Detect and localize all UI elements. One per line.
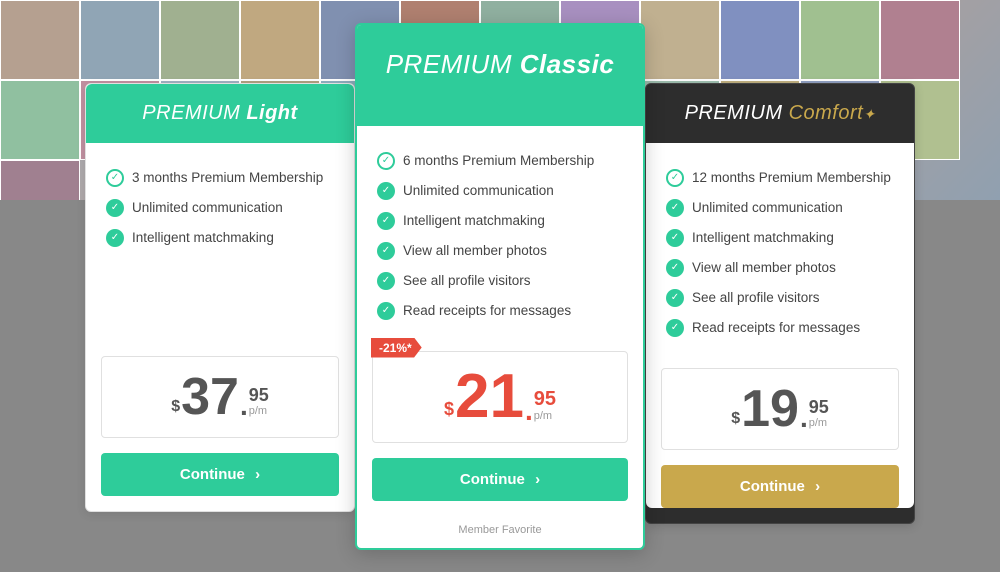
- plan-classic-features: ✓ 6 months Premium Membership ✓ Unlimite…: [377, 146, 623, 326]
- check-circle-filled-icon: ✓: [666, 259, 684, 277]
- price-whole: 37: [181, 371, 239, 423]
- check-circle-filled-icon: ✓: [377, 242, 395, 260]
- price-display: $ 37 . 95 p/m: [112, 371, 328, 423]
- list-item: ✓ See all profile visitors: [377, 266, 623, 296]
- plan-comfort-body: ✓ 12 months Premium Membership ✓ Unlimit…: [646, 143, 914, 358]
- plan-light-body: ✓ 3 months Premium Membership ✓ Unlimite…: [86, 143, 354, 346]
- list-item: ✓ View all member photos: [666, 253, 894, 283]
- plan-comfort-continue-button[interactable]: Continue ›: [661, 465, 899, 508]
- plan-classic-header: PREMIUM Classic: [357, 25, 643, 126]
- plan-light-title: PREMIUM Light: [106, 102, 334, 125]
- plan-classic-title-italic: Classic: [520, 49, 615, 79]
- plan-comfort-features: ✓ 12 months Premium Membership ✓ Unlimit…: [666, 163, 894, 343]
- feature-spacer: [106, 253, 334, 279]
- price-decimal: 95: [534, 389, 556, 409]
- plan-comfort-header: PREMIUM Comfort✦: [646, 84, 914, 143]
- arrow-icon: ›: [255, 466, 260, 483]
- list-item: ✓ Unlimited communication: [377, 176, 623, 206]
- plan-comfort-title: PREMIUM Comfort✦: [666, 102, 894, 125]
- feature-spacer: [106, 305, 334, 331]
- check-circle-outline-icon: ✓: [377, 152, 395, 170]
- list-item: ✓ 6 months Premium Membership: [377, 146, 623, 176]
- comfort-star-icon: ✦: [863, 106, 875, 122]
- plan-classic-title-bold: PREMIUM: [386, 49, 512, 79]
- plan-comfort: PREMIUM Comfort✦ ✓ 12 months Premium Mem…: [645, 83, 915, 524]
- price-currency: $: [731, 411, 740, 427]
- price-dot: .: [800, 401, 808, 435]
- check-circle-filled-icon: ✓: [666, 319, 684, 337]
- plan-classic-price: -21%* $ 21 . 95 p/m: [372, 351, 628, 443]
- list-item: ✓ View all member photos: [377, 236, 623, 266]
- plan-light-header: PREMIUM Light: [86, 84, 354, 143]
- price-decimal-wrapper: 95 p/m: [249, 386, 269, 417]
- feature-spacer: [106, 279, 334, 305]
- check-circle-filled-icon: ✓: [666, 289, 684, 307]
- member-favorite-label: Member Favorite: [357, 516, 643, 548]
- check-circle-filled-icon: ✓: [377, 272, 395, 290]
- list-item: ✓ Intelligent matchmaking: [106, 223, 334, 253]
- price-decimal-wrapper: 95 p/m: [534, 389, 556, 422]
- price-currency: $: [171, 399, 180, 415]
- check-circle-filled-icon: ✓: [377, 212, 395, 230]
- plans-wrapper: PREMIUM Light ✓ 3 months Premium Members…: [85, 23, 915, 550]
- price-dot: .: [525, 394, 533, 428]
- check-circle-outline-icon: ✓: [666, 169, 684, 187]
- price-period: p/m: [809, 418, 827, 429]
- plan-comfort-price: $ 19 . 95 p/m: [661, 368, 899, 450]
- price-decimal: 95: [249, 386, 269, 404]
- check-circle-filled-icon: ✓: [377, 302, 395, 320]
- price-period: p/m: [249, 406, 267, 417]
- list-item: ✓ See all profile visitors: [666, 283, 894, 313]
- discount-badge: -21%*: [371, 338, 422, 358]
- check-circle-filled-icon: ✓: [377, 182, 395, 200]
- price-whole: 21: [455, 366, 524, 428]
- price-display: $ 21 . 95 p/m: [383, 366, 617, 428]
- price-dot: .: [240, 389, 248, 423]
- plan-classic-body: ✓ 6 months Premium Membership ✓ Unlimite…: [357, 126, 643, 341]
- plan-classic: PREMIUM Classic ✓ 6 months Premium Membe…: [355, 23, 645, 550]
- plan-classic-title: PREMIUM Classic: [377, 49, 623, 80]
- plan-light-continue-button[interactable]: Continue ›: [101, 453, 339, 496]
- continue-label: Continue: [180, 466, 245, 483]
- price-decimal: 95: [809, 398, 829, 416]
- arrow-icon: ›: [535, 471, 540, 488]
- plans-container: PREMIUM Light ✓ 3 months Premium Members…: [0, 0, 1000, 572]
- continue-label: Continue: [740, 478, 805, 495]
- arrow-icon: ›: [815, 478, 820, 495]
- list-item: ✓ Read receipts for messages: [666, 313, 894, 343]
- check-circle-filled-icon: ✓: [106, 199, 124, 217]
- plan-light-price: $ 37 . 95 p/m: [101, 356, 339, 438]
- plan-comfort-title-bold: PREMIUM: [685, 102, 783, 124]
- check-circle-filled-icon: ✓: [666, 199, 684, 217]
- list-item: ✓ Unlimited communication: [106, 193, 334, 223]
- list-item: ✓ 3 months Premium Membership: [106, 163, 334, 193]
- price-decimal-wrapper: 95 p/m: [809, 398, 829, 429]
- price-period: p/m: [534, 411, 552, 422]
- list-item: ✓ Read receipts for messages: [377, 296, 623, 326]
- plan-light-features: ✓ 3 months Premium Membership ✓ Unlimite…: [106, 163, 334, 331]
- continue-label: Continue: [460, 471, 525, 488]
- plan-light: PREMIUM Light ✓ 3 months Premium Members…: [85, 83, 355, 512]
- plan-light-title-italic: Light: [246, 102, 297, 124]
- check-circle-filled-icon: ✓: [106, 229, 124, 247]
- list-item: ✓ Unlimited communication: [666, 193, 894, 223]
- list-item: ✓ 12 months Premium Membership: [666, 163, 894, 193]
- check-circle-filled-icon: ✓: [666, 229, 684, 247]
- check-circle-outline-icon: ✓: [106, 169, 124, 187]
- list-item: ✓ Intelligent matchmaking: [377, 206, 623, 236]
- price-currency: $: [444, 400, 454, 418]
- list-item: ✓ Intelligent matchmaking: [666, 223, 894, 253]
- plan-comfort-title-italic: Comfort: [789, 102, 864, 124]
- price-whole: 19: [741, 383, 799, 435]
- plan-light-title-bold: PREMIUM: [142, 102, 240, 124]
- price-display: $ 19 . 95 p/m: [672, 383, 888, 435]
- plan-comfort-body-wrap: ✓ 12 months Premium Membership ✓ Unlimit…: [646, 143, 914, 508]
- plan-classic-continue-button[interactable]: Continue ›: [372, 458, 628, 501]
